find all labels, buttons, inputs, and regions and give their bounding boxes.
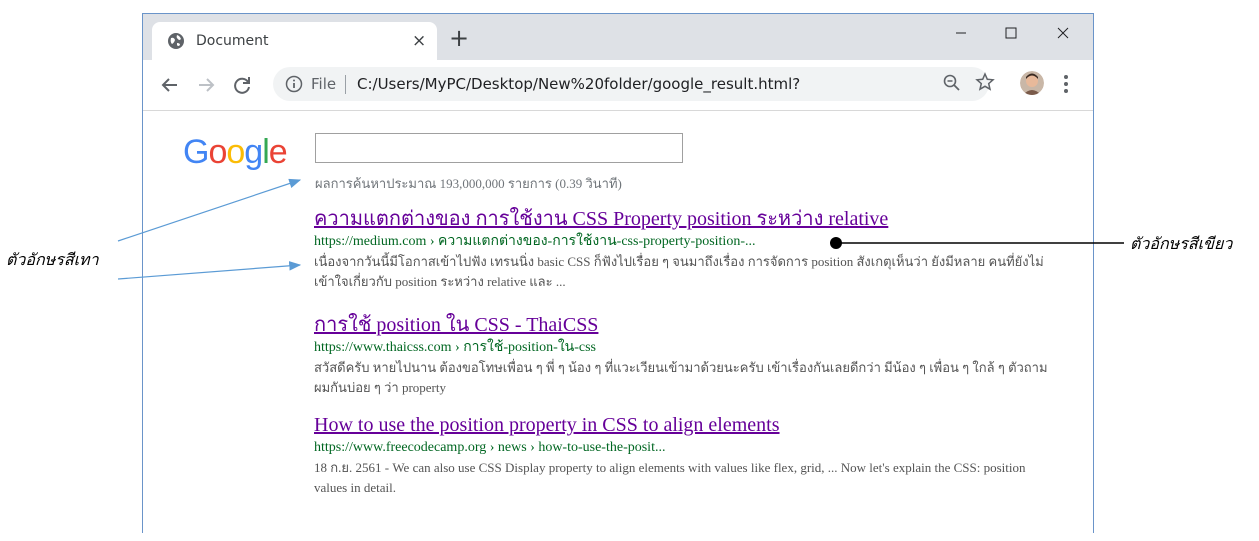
globe-icon bbox=[168, 33, 184, 49]
minimize-icon[interactable] bbox=[941, 20, 981, 46]
page-content: Google ผลการค้นหาประมาณ 193,000,000 รายก… bbox=[143, 111, 1093, 541]
search-result: การใช้ position ใน CSS - ThaiCSS https:/… bbox=[314, 313, 1054, 398]
logo-letter: o bbox=[208, 133, 227, 171]
result-url: https://medium.com › ความแตกต่างของ-การใ… bbox=[314, 234, 756, 249]
more-vert-icon[interactable] bbox=[1063, 74, 1069, 94]
google-logo: Google bbox=[183, 133, 288, 172]
avatar[interactable] bbox=[1020, 71, 1044, 95]
result-snippet: 18 ก.ย. 2561 - We can also use CSS Displ… bbox=[314, 460, 1026, 495]
reload-icon[interactable] bbox=[231, 74, 253, 96]
back-arrow-icon[interactable] bbox=[159, 74, 181, 96]
result-stats: ผลการค้นหาประมาณ 193,000,000 รายการ (0.3… bbox=[315, 176, 622, 191]
tab-strip: Document × + bbox=[143, 14, 1093, 60]
search-result: How to use the position property in CSS … bbox=[314, 413, 1054, 498]
result-url: https://www.thaicss.com › การใช้-positio… bbox=[314, 340, 597, 355]
logo-letter: G bbox=[183, 133, 209, 171]
zoom-out-icon[interactable] bbox=[943, 74, 961, 92]
search-input[interactable] bbox=[315, 133, 683, 163]
maximize-icon[interactable] bbox=[991, 20, 1031, 46]
url-scheme-label: File bbox=[311, 75, 337, 93]
logo-letter: e bbox=[268, 133, 288, 171]
address-bar[interactable]: File C:/Users/MyPC/Desktop/New%20folder/… bbox=[273, 67, 989, 101]
browser-window: Document × + File C:/Users/MyPC/Desktop/… bbox=[142, 13, 1094, 533]
search-result: ความแตกต่างของ การใช้งาน CSS Property po… bbox=[314, 207, 1054, 292]
url-text[interactable]: C:/Users/MyPC/Desktop/New%20folder/googl… bbox=[357, 75, 800, 93]
result-snippet: เนื่องจากวันนี้มีโอกาสเข้าไปฟัง เทรนนิ่ง… bbox=[314, 254, 1044, 289]
result-snippet: สวัสดีครับ หายไปนาน ต้องขอโทษเพื่อน ๆ พี… bbox=[314, 360, 1048, 395]
tab-document[interactable]: Document × bbox=[152, 22, 437, 60]
close-icon[interactable]: × bbox=[412, 31, 426, 51]
result-title-link[interactable]: How to use the position property in CSS … bbox=[314, 413, 1054, 437]
url-separator bbox=[345, 75, 346, 94]
result-title-link[interactable]: ความแตกต่างของ การใช้งาน CSS Property po… bbox=[314, 207, 1054, 231]
logo-letter: o bbox=[226, 133, 245, 171]
green-text-annotation: ตัวอักษรสีเขียว bbox=[1130, 234, 1233, 253]
result-title-link[interactable]: การใช้ position ใน CSS - ThaiCSS bbox=[314, 313, 1054, 337]
browser-toolbar: File C:/Users/MyPC/Desktop/New%20folder/… bbox=[143, 60, 1093, 111]
result-url: https://www.freecodecamp.org › news › ho… bbox=[314, 440, 666, 455]
plus-icon[interactable]: + bbox=[449, 26, 469, 50]
gray-text-annotation: ตัวอักษรสีเทา bbox=[6, 250, 99, 269]
forward-arrow-icon[interactable] bbox=[195, 74, 217, 96]
tab-title: Document bbox=[196, 33, 269, 49]
window-close-icon[interactable] bbox=[1043, 20, 1083, 46]
logo-letter: g bbox=[244, 133, 263, 171]
info-icon[interactable] bbox=[285, 75, 303, 93]
star-icon[interactable] bbox=[975, 72, 995, 92]
